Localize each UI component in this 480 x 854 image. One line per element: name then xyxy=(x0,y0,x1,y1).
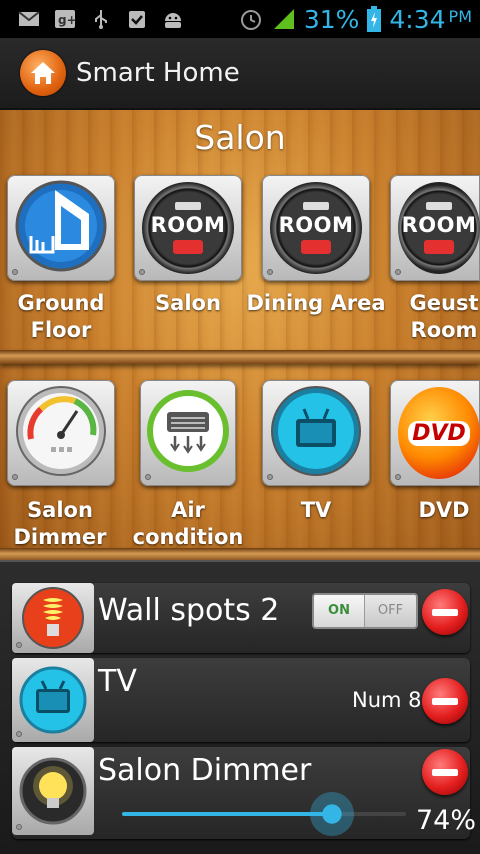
status-bar: g+ 31% 4:34 PM xyxy=(0,0,480,38)
battery-charging-icon xyxy=(367,6,382,32)
toggle-off-label: OFF xyxy=(377,603,404,618)
channel-value: Num 8 xyxy=(352,688,422,712)
device-label-air-condition: Air condition xyxy=(132,498,244,549)
device-tile-dvd[interactable]: DVD xyxy=(390,380,480,486)
control-title: Wall spots 2 xyxy=(98,593,280,628)
minus-icon xyxy=(432,768,458,776)
on-off-toggle[interactable]: ON OFF xyxy=(312,593,418,629)
minus-icon xyxy=(432,608,458,616)
remove-button[interactable] xyxy=(422,589,468,635)
zone-tile-guest-room[interactable]: ROOM xyxy=(390,175,480,281)
clock-ampm: PM xyxy=(448,6,472,26)
signal-icon xyxy=(272,7,296,31)
control-title: TV xyxy=(98,664,137,699)
room-icon: ROOM xyxy=(142,182,234,274)
alarm-icon xyxy=(238,6,264,32)
home-icon[interactable] xyxy=(20,50,66,96)
toggle-on-label: ON xyxy=(314,595,365,627)
house-plan-icon xyxy=(15,180,107,276)
clock-time: 4:34 xyxy=(389,4,446,34)
zone-label-salon: Salon xyxy=(155,291,221,315)
shelf-divider xyxy=(0,350,480,364)
gauge-icon xyxy=(15,385,107,481)
usb-icon xyxy=(90,9,112,29)
google-plus-icon: g+ xyxy=(54,9,77,29)
zone-tile-salon[interactable]: ROOM xyxy=(134,175,242,281)
zone-label-dining-area: Dining Area xyxy=(246,291,386,315)
action-bar: Smart Home xyxy=(0,38,480,110)
air-conditioner-icon xyxy=(147,390,229,476)
app-title: Smart Home xyxy=(76,58,240,88)
dimmer-percent: 74% xyxy=(416,805,477,836)
clipboard-check-icon xyxy=(126,9,148,29)
light-bulb-spiral-icon xyxy=(12,583,94,653)
device-label-salon-dimmer: Salon Dimmer xyxy=(13,498,107,549)
minus-icon xyxy=(432,697,458,705)
device-tile-tv[interactable] xyxy=(262,380,370,486)
device-label-tv: TV xyxy=(300,498,332,522)
light-bulb-icon xyxy=(12,747,94,835)
dvd-icon: DVD xyxy=(398,387,480,479)
zone-label-ground-floor: Ground Floor xyxy=(17,291,105,342)
svg-text:g+: g+ xyxy=(58,13,76,27)
remove-button[interactable] xyxy=(422,749,468,795)
dimmer-slider[interactable] xyxy=(122,792,406,836)
slider-thumb[interactable] xyxy=(310,792,355,836)
control-title: Salon Dimmer xyxy=(98,753,312,788)
room-icon: ROOM xyxy=(398,182,480,274)
tv-icon xyxy=(270,385,362,481)
slider-fill xyxy=(122,812,333,816)
zone-label-guest-room: Geust Room xyxy=(409,291,479,342)
control-row-salon-dimmer: Salon Dimmer 74% xyxy=(12,747,476,839)
control-row-wall-spots: Wall spots 2 ON OFF xyxy=(12,583,470,653)
android-icon xyxy=(162,9,184,29)
battery-percent: 31% xyxy=(303,4,360,34)
room-title: Salon xyxy=(194,118,286,157)
zone-tile-ground-floor[interactable] xyxy=(7,175,115,281)
remove-button[interactable] xyxy=(422,678,468,724)
room-icon: ROOM xyxy=(270,182,362,274)
gmail-icon xyxy=(18,9,40,29)
device-tile-salon-dimmer[interactable] xyxy=(7,380,115,486)
tv-icon xyxy=(12,658,94,742)
device-label-dvd: DVD xyxy=(418,498,470,522)
device-tile-air-condition[interactable] xyxy=(140,380,236,486)
zone-tile-dining-area[interactable]: ROOM xyxy=(262,175,370,281)
control-row-tv: TV Num 8 xyxy=(12,658,470,742)
